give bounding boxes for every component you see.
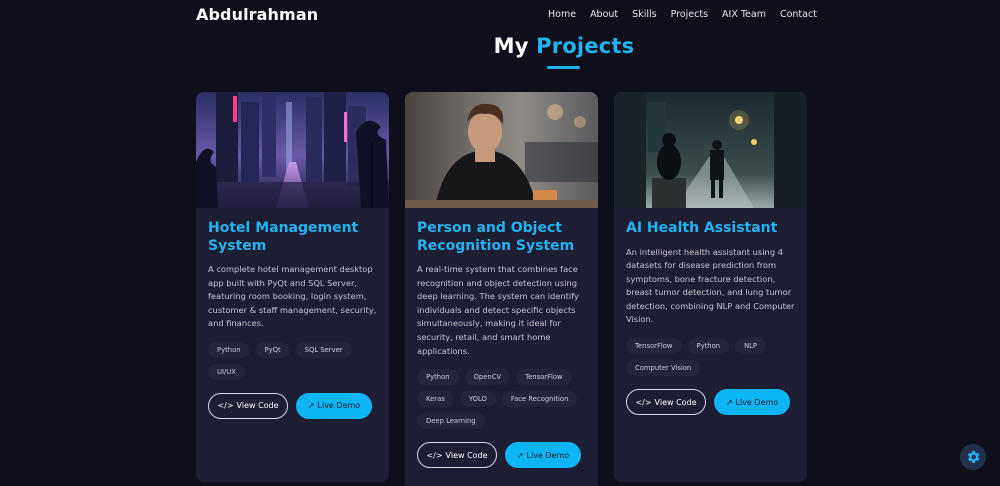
view-code-label: View Code [654, 397, 697, 407]
section-title-plain: My [493, 34, 529, 58]
nav-skills[interactable]: Skills [632, 9, 656, 20]
live-demo-label: Live Demo [735, 397, 779, 407]
project-description: An intelligent health assistant using 4 … [626, 246, 795, 325]
card-actions: </> View Code ↗ Live Demo [626, 389, 795, 416]
project-card-health: AI Health Assistant An intelligent healt… [614, 92, 807, 482]
view-code-button[interactable]: </> View Code [208, 392, 288, 419]
nav-links: Home About Skills Projects AIX Team Cont… [548, 9, 831, 20]
tag: Python [687, 338, 730, 355]
view-code-label: View Code [445, 450, 488, 460]
external-link-icon: ↗ [516, 450, 524, 460]
tag-list: Python OpenCV TensorFlow Keras YOLO Face… [417, 369, 586, 430]
tag: SQL Server [295, 341, 352, 358]
tag: NLP [735, 338, 767, 355]
live-demo-button[interactable]: ↗ Live Demo [505, 442, 581, 469]
code-icon: </> [635, 397, 652, 407]
nav-aix-team[interactable]: AIX Team [722, 9, 766, 20]
settings-button[interactable] [960, 444, 986, 470]
project-image-alley [614, 92, 807, 208]
code-icon: </> [426, 450, 443, 460]
live-demo-button[interactable]: ↗ Live Demo [296, 392, 372, 419]
live-demo-button[interactable]: ↗ Live Demo [714, 389, 790, 416]
tag: TensorFlow [516, 369, 572, 386]
tag: YOLO [459, 391, 496, 408]
tag: Python [417, 369, 459, 386]
nav-about[interactable]: About [590, 9, 618, 20]
tag-list: Python PyQt SQL Server UI/UX [208, 341, 377, 380]
project-description: A real-time system that combines face re… [417, 264, 579, 356]
view-code-button[interactable]: </> View Code [626, 389, 706, 416]
tag: Face Recognition [501, 391, 578, 408]
tag: UI/UX [208, 363, 245, 380]
nav-home[interactable]: Home [548, 9, 576, 20]
section-title-accent: Projects [536, 34, 635, 58]
title-underline [547, 66, 580, 69]
project-title: AI Health Assistant [626, 220, 778, 236]
code-icon: </> [217, 401, 234, 411]
project-card-recognition: Person and Object Recognition System A r… [405, 92, 598, 486]
external-link-icon: ↗ [307, 401, 315, 411]
project-title: Hotel Management System [208, 220, 359, 254]
tag: PyQt [255, 341, 290, 358]
tag: Python [208, 341, 250, 358]
live-demo-label: Live Demo [526, 450, 570, 460]
tag: TensorFlow [626, 338, 682, 355]
tag: OpenCV [464, 369, 511, 386]
project-image-city [196, 92, 389, 208]
external-link-icon: ↗ [725, 397, 733, 407]
project-title: Person and Object Recognition System [417, 220, 575, 254]
view-code-button[interactable]: </> View Code [417, 442, 497, 469]
tag-list: TensorFlow Python NLP Computer Vision [626, 338, 795, 377]
nav-projects[interactable]: Projects [671, 9, 708, 20]
tag: Computer Vision [626, 360, 701, 377]
tag: Deep Learning [417, 413, 485, 430]
site-logo[interactable]: Abdulrahman [196, 5, 318, 24]
view-code-label: View Code [236, 401, 279, 411]
card-actions: </> View Code ↗ Live Demo [417, 442, 586, 469]
top-navbar: Abdulrahman Home About Skills Projects A… [0, 0, 1000, 30]
gear-icon [967, 451, 980, 463]
tag: Keras [417, 391, 454, 408]
project-card-hotel: Hotel Management System A complete hotel… [196, 92, 389, 482]
project-description: A complete hotel management desktop app … [208, 264, 377, 329]
card-actions: </> View Code ↗ Live Demo [208, 392, 377, 419]
project-image-portrait [405, 92, 598, 208]
live-demo-label: Live Demo [317, 401, 361, 411]
section-title: My Projects [0, 34, 1000, 58]
nav-contact[interactable]: Contact [780, 9, 817, 20]
